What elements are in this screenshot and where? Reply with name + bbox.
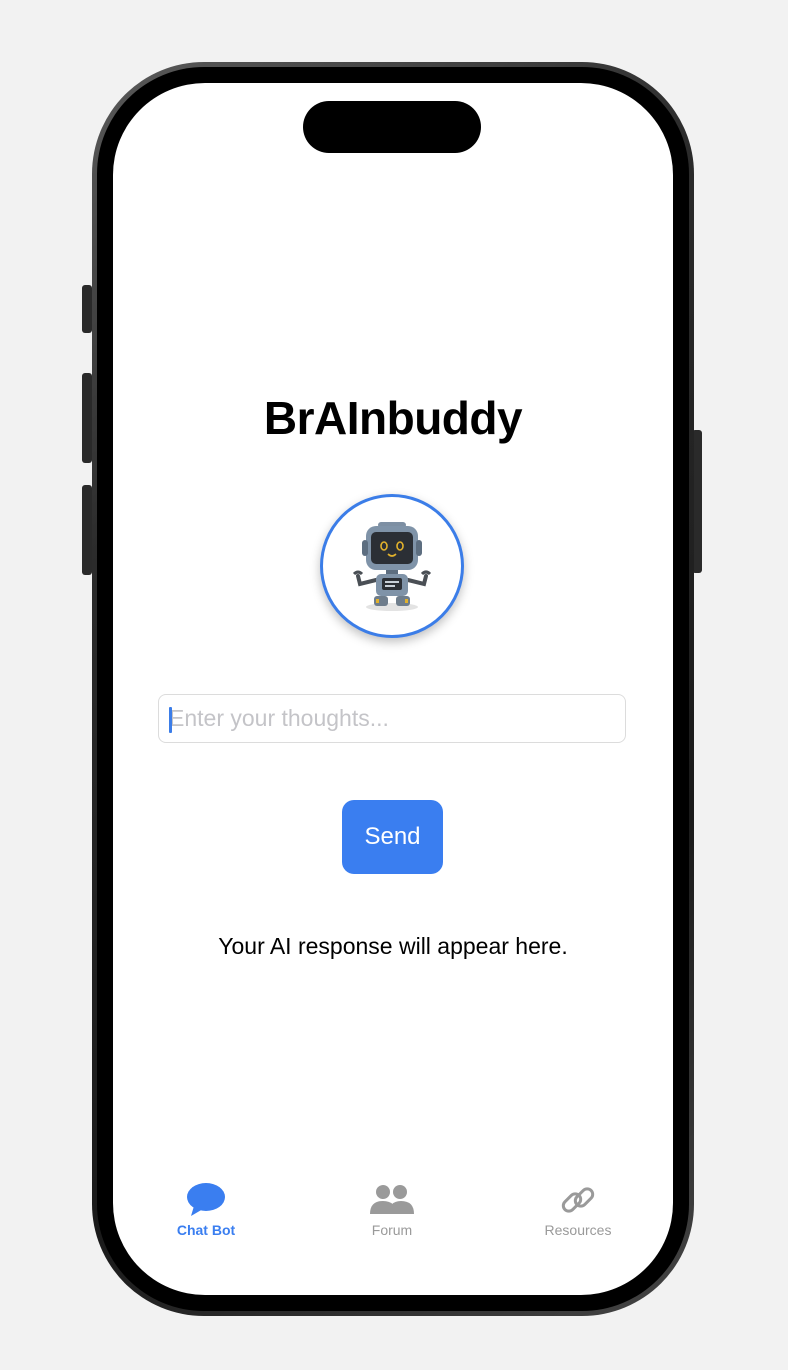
thoughts-input[interactable] [159,695,625,742]
tab-resources[interactable]: Resources [503,1181,653,1238]
app-title: BrAInbuddy [263,392,523,444]
tab-label: Chat Bot [176,1222,236,1238]
dynamic-island [303,101,481,153]
phone-body: BrAInbuddy Enter your thoughts... Send Y… [92,62,694,1316]
tab-chat-bot[interactable]: Chat Bot [131,1181,281,1238]
thoughts-input-container [158,694,626,743]
tab-label: Forum [371,1222,413,1238]
link-icon [559,1181,597,1219]
volume-down-button [82,485,92,575]
people-icon [369,1181,415,1219]
app-screen: BrAInbuddy Enter your thoughts... Send Y… [113,83,673,1295]
robot-icon [352,522,432,611]
tab-label: Resources [544,1222,612,1238]
silent-switch [82,285,92,333]
phone-bezel: BrAInbuddy Enter your thoughts... Send Y… [97,67,689,1311]
text-caret [169,707,172,733]
device-frame: BrAInbuddy Enter your thoughts... Send Y… [0,0,788,1370]
send-button[interactable]: Send [342,800,443,874]
robot-avatar [320,494,464,638]
volume-up-button [82,373,92,463]
chat-bubble-icon [186,1181,226,1219]
tab-bar: Chat Bot Forum Resources [113,1181,673,1261]
ai-response-text: Your AI response will appear here. [218,933,568,959]
tab-forum[interactable]: Forum [317,1181,467,1238]
